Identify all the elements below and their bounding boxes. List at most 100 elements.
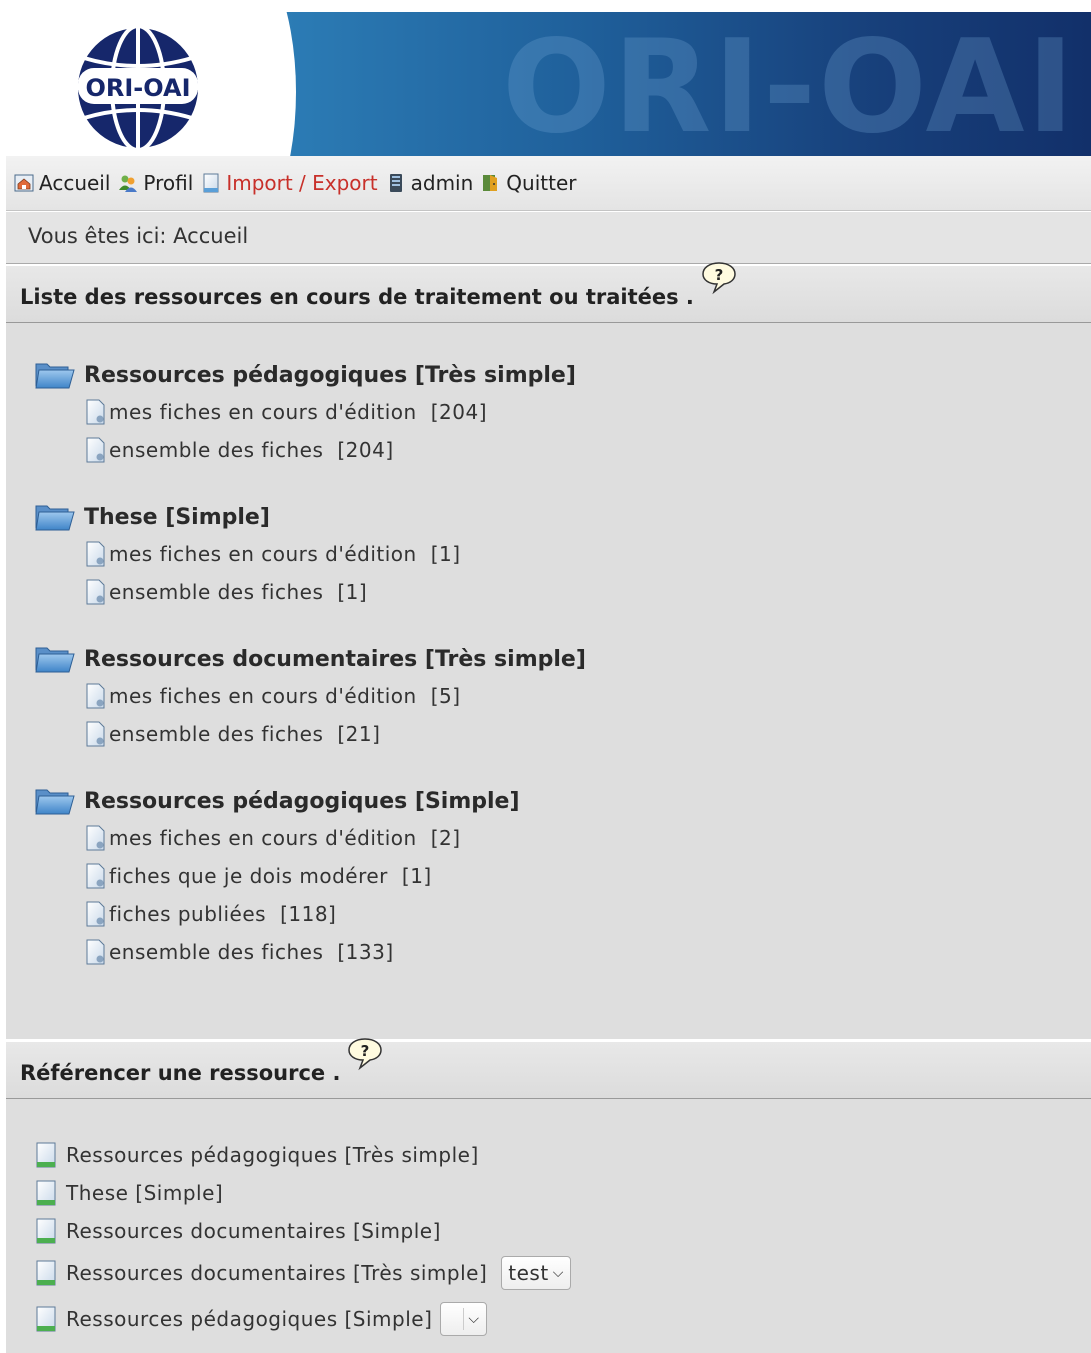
list-section-title: Liste des ressources en cours de traitem… xyxy=(20,285,694,309)
help-icon[interactable]: ? xyxy=(700,261,738,295)
banner-brand-text: ORI-OAI xyxy=(502,13,1077,157)
nav-profile-label: Profil xyxy=(143,171,194,195)
new-document-icon xyxy=(36,1218,56,1244)
document-icon xyxy=(203,173,219,193)
resource-group: Ressources documentaires [Très simple] m… xyxy=(34,641,586,753)
chevron-down-icon: ⌵ xyxy=(468,1311,480,1327)
list-item-count: [21] xyxy=(337,722,381,746)
reference-item[interactable]: Ressources pédagogiques [Simple] ⌵ xyxy=(34,1296,571,1342)
resource-group: Ressources pédagogiques [Très simple] me… xyxy=(34,357,576,469)
header-banner: ORI-OAI ORI-OAI xyxy=(6,12,1091,156)
help-glyph: ? xyxy=(361,1042,370,1060)
document-icon xyxy=(86,825,105,851)
nav-quit[interactable]: Quitter xyxy=(481,171,576,195)
group-title[interactable]: Ressources pédagogiques [Très simple] xyxy=(34,357,576,393)
document-icon xyxy=(86,939,105,965)
folder-open-icon xyxy=(35,647,75,673)
list-item-count: [1] xyxy=(337,580,368,604)
list-item[interactable]: mes fiches en cours d'édition [2] xyxy=(84,819,520,857)
nav-admin-label: admin xyxy=(410,171,474,195)
resource-group: These [Simple] mes fiches en cours d'édi… xyxy=(34,499,461,611)
folder-open-icon xyxy=(35,363,75,389)
list-section-header: Liste des ressources en cours de traitem… xyxy=(6,262,1091,323)
nav-import-export-label: Import / Export xyxy=(226,171,378,195)
list-item[interactable]: ensemble des fiches [204] xyxy=(84,431,576,469)
users-icon xyxy=(119,175,138,192)
resource-list-panel: Ressources pédagogiques [Très simple] me… xyxy=(6,323,1091,1039)
help-glyph: ? xyxy=(715,266,724,284)
folder-open-icon xyxy=(35,505,75,531)
list-item-count: [1] xyxy=(401,864,432,888)
reference-item[interactable]: Ressources documentaires [Très simple] t… xyxy=(34,1250,571,1296)
list-item[interactable]: mes fiches en cours d'édition [1] xyxy=(84,535,461,573)
list-item[interactable]: mes fiches en cours d'édition [5] xyxy=(84,677,586,715)
list-item[interactable]: fiches publiées [118] xyxy=(84,895,520,933)
list-item-label: mes fiches en cours d'édition xyxy=(109,684,417,708)
list-item-count: [118] xyxy=(280,902,337,926)
reference-item-label: Ressources documentaires [Très simple] xyxy=(66,1261,488,1285)
nav-home[interactable]: Accueil xyxy=(14,171,110,195)
list-item-count: [204] xyxy=(337,438,394,462)
list-item-count: [1] xyxy=(430,542,461,566)
list-item-count: [133] xyxy=(337,940,394,964)
ori-oai-logo[interactable]: ORI-OAI xyxy=(72,22,204,154)
new-document-icon xyxy=(36,1306,56,1332)
list-item[interactable]: mes fiches en cours d'édition [204] xyxy=(84,393,576,431)
document-icon xyxy=(86,863,105,889)
list-item-label: mes fiches en cours d'édition xyxy=(109,542,417,566)
reference-item[interactable]: These [Simple] xyxy=(34,1174,571,1212)
group-title[interactable]: These [Simple] xyxy=(34,499,461,535)
top-nav: Accueil Profil Import / Export admin Qui… xyxy=(6,156,1091,211)
reference-item-label: Ressources documentaires [Simple] xyxy=(66,1219,441,1243)
group-title[interactable]: Ressources documentaires [Très simple] xyxy=(34,641,586,677)
group-title-label: Ressources pédagogiques [Simple] xyxy=(84,788,520,814)
document-icon xyxy=(86,721,105,747)
nav-admin[interactable]: admin xyxy=(386,171,474,195)
document-icon xyxy=(86,437,105,463)
breadcrumb: Vous êtes ici: Accueil xyxy=(6,212,1091,264)
list-item[interactable]: fiches que je dois modérer [1] xyxy=(84,857,520,895)
nav-quit-label: Quitter xyxy=(506,171,577,195)
resource-group: Ressources pédagogiques [Simple] mes fic… xyxy=(34,783,520,971)
list-item-label: ensemble des fiches xyxy=(109,580,324,604)
new-document-icon xyxy=(36,1180,56,1206)
list-item[interactable]: ensemble des fiches [133] xyxy=(84,933,520,971)
reference-section-title: Référencer une ressource . xyxy=(20,1061,341,1085)
nav-home-label: Accueil xyxy=(39,171,111,195)
page: ORI-OAI ORI-OAI Accueil Profil Import / … xyxy=(0,0,1091,1353)
list-item-label: mes fiches en cours d'édition xyxy=(109,400,417,424)
exit-icon xyxy=(483,175,498,191)
list-item-label: fiches que je dois modérer xyxy=(109,864,388,888)
reference-item[interactable]: Ressources pédagogiques [Très simple] xyxy=(34,1136,571,1174)
list-item[interactable]: ensemble des fiches [1] xyxy=(84,573,461,611)
document-icon xyxy=(86,579,105,605)
list-item-label: mes fiches en cours d'édition xyxy=(109,826,417,850)
list-item[interactable]: ensemble des fiches [21] xyxy=(84,715,586,753)
profile-select[interactable]: ⌵ xyxy=(440,1302,487,1336)
nav-import-export[interactable]: Import / Export xyxy=(201,171,378,195)
reference-item-label: Ressources pédagogiques [Simple] xyxy=(66,1307,433,1331)
chevron-down-icon: ⌵ xyxy=(552,1265,564,1281)
list-item-label: fiches publiées xyxy=(109,902,267,926)
list-item-label: ensemble des fiches xyxy=(109,940,324,964)
list-item-count: [5] xyxy=(430,684,461,708)
help-icon[interactable]: ? xyxy=(346,1037,384,1071)
reference-item-label: These [Simple] xyxy=(66,1181,224,1205)
logo-text: ORI-OAI xyxy=(85,74,190,102)
new-document-icon xyxy=(36,1260,56,1286)
group-title-label: Ressources pédagogiques [Très simple] xyxy=(84,362,576,388)
folder-open-icon xyxy=(35,789,75,815)
list-item-label: ensemble des fiches xyxy=(109,722,324,746)
list-item-count: [2] xyxy=(430,826,461,850)
list-item-count: [204] xyxy=(430,400,488,424)
group-title[interactable]: Ressources pédagogiques [Simple] xyxy=(34,783,520,819)
document-icon xyxy=(86,541,105,567)
nav-profile[interactable]: Profil xyxy=(118,171,193,195)
profile-select[interactable]: test ⌵ xyxy=(501,1256,571,1290)
profile-select-value xyxy=(447,1308,465,1330)
server-icon xyxy=(389,174,402,192)
reference-item[interactable]: Ressources documentaires [Simple] xyxy=(34,1212,571,1250)
group-title-label: These [Simple] xyxy=(84,504,270,530)
reference-item-label: Ressources pédagogiques [Très simple] xyxy=(66,1143,479,1167)
document-icon xyxy=(86,399,105,425)
